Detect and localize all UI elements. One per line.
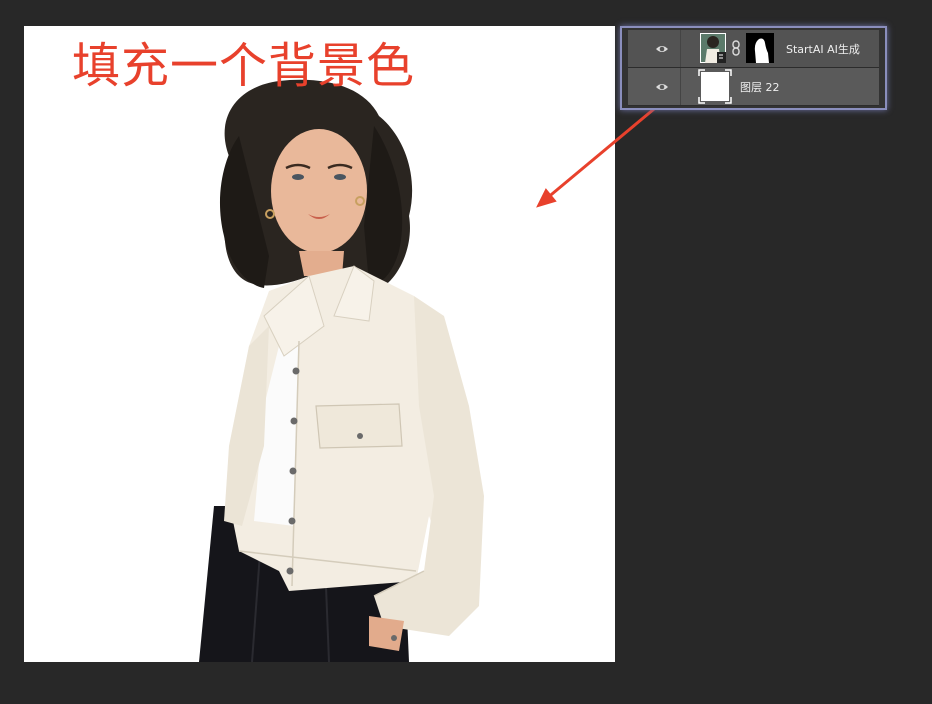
layer-name[interactable]: StartAI AI生成 xyxy=(786,41,860,57)
document-canvas[interactable]: 填充一个背景色 xyxy=(24,26,615,662)
eye-icon[interactable] xyxy=(648,42,676,56)
silhouette-mask-icon[interactable] xyxy=(746,33,774,63)
visibility-column xyxy=(628,68,681,105)
white-fill-thumbnail-icon[interactable] xyxy=(698,69,732,104)
visibility-column xyxy=(628,30,681,67)
layer-row[interactable]: 图层 22 xyxy=(628,68,879,106)
annotation-text: 填充一个背景色 xyxy=(72,38,416,94)
portrait-thumbnail-icon[interactable] xyxy=(700,33,726,63)
eye-icon[interactable] xyxy=(648,80,676,94)
link-icon[interactable] xyxy=(731,40,741,56)
layers-panel: StartAI AI生成 图层 22 xyxy=(620,26,887,110)
portrait-photo xyxy=(199,79,484,662)
layer-name[interactable]: 图层 22 xyxy=(740,79,780,95)
layer-row[interactable]: StartAI AI生成 xyxy=(628,30,879,68)
